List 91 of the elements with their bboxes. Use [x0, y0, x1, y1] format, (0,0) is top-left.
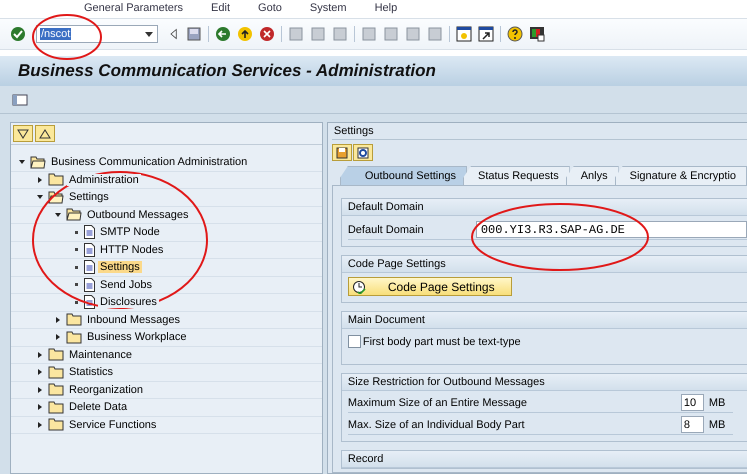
expand-all-icon[interactable]: [13, 125, 33, 142]
collapse-all-icon[interactable]: [35, 125, 55, 142]
tree-item[interactable]: Settings: [98, 261, 142, 274]
folder-icon: [48, 366, 64, 379]
bullet-icon: [74, 300, 78, 304]
collapsed-arrow-icon[interactable]: [37, 176, 43, 183]
document-icon: [84, 260, 95, 274]
bullet-icon: [74, 266, 78, 269]
annotation-circle: [32, 14, 102, 60]
tab[interactable]: Anlys: [566, 166, 619, 185]
back-icon[interactable]: [215, 26, 231, 42]
exit-icon[interactable]: [237, 26, 253, 42]
tree-item[interactable]: Service Functions: [67, 418, 158, 431]
field-label: Maximum Size of an Entire Message: [348, 396, 528, 408]
command-field[interactable]: /nscot: [36, 25, 158, 43]
screen-title: Business Communication Services - Administration: [0, 56, 747, 86]
dropdown-arrow-icon[interactable]: [145, 32, 153, 36]
bullet-icon: [74, 248, 78, 252]
help-icon[interactable]: [507, 26, 523, 42]
menu-item[interactable]: Help: [374, 2, 398, 14]
checkbox-label: First body part must be text-type: [362, 336, 521, 348]
bullet-icon: [74, 230, 78, 234]
tree-item[interactable]: Inbound Messages: [85, 314, 182, 326]
tree-item[interactable]: Administration: [67, 174, 141, 186]
tree-item[interactable]: Business Communication Administration: [49, 156, 250, 168]
tree-item[interactable]: Statistics: [67, 366, 116, 378]
expanded-arrow-icon[interactable]: [55, 212, 61, 218]
tree-item[interactable]: Reorganization: [67, 384, 145, 396]
clock-icon: [352, 280, 366, 294]
section-header: Main Document: [342, 312, 747, 329]
shortcut-icon[interactable]: [478, 26, 494, 42]
field-label: Default Domain: [348, 224, 425, 236]
folder-icon: [48, 348, 64, 362]
folder-icon: [48, 400, 64, 414]
document-icon: [84, 278, 95, 292]
folder-icon: [48, 173, 64, 186]
section-header: Size Restriction for Outbound Messages: [342, 374, 747, 391]
collapsed-arrow-icon[interactable]: [55, 334, 61, 340]
menu-item[interactable]: Edit: [211, 2, 230, 14]
folder-icon: [66, 330, 82, 344]
checkbox[interactable]: [348, 335, 361, 348]
folder-icon: [66, 313, 82, 326]
collapsed-arrow-icon[interactable]: [37, 422, 43, 428]
domain-input-field[interactable]: 000.YI3.R3.SAP-AG.DE: [476, 221, 747, 238]
field-label: Max. Size of an Individual Body Part: [348, 418, 526, 430]
folder-icon: [48, 418, 64, 432]
tree-item[interactable]: Delete Data: [67, 401, 130, 414]
tab[interactable]: Signature & Encryptio: [614, 166, 747, 185]
tree-item[interactable]: Maintenance: [67, 348, 134, 361]
tree-item[interactable]: HTTP Nodes: [98, 244, 166, 256]
collapsed-arrow-icon[interactable]: [55, 316, 61, 323]
expanded-arrow-icon[interactable]: [37, 194, 43, 200]
tab[interactable]: Status Requests: [462, 166, 570, 185]
menu-item[interactable]: General Parameters: [84, 2, 184, 14]
size-input-field[interactable]: 8: [680, 416, 704, 433]
size-input-field[interactable]: 10: [680, 394, 704, 411]
layout-icon[interactable]: [529, 26, 545, 42]
bullet-icon: [74, 283, 78, 286]
tree-item[interactable]: Disclosures: [98, 296, 159, 308]
document-icon: [84, 225, 95, 240]
expanded-arrow-icon[interactable]: [19, 159, 25, 166]
menu-item[interactable]: Goto: [258, 2, 282, 14]
tree-item[interactable]: Send Jobs: [98, 278, 154, 291]
section-header: Code Page Settings: [342, 256, 747, 273]
tab[interactable]: Outbound Settings: [340, 166, 467, 185]
collapsed-arrow-icon[interactable]: [37, 404, 43, 410]
code-page-settings-button[interactable]: Code Page Settings: [348, 277, 512, 296]
cancel-icon[interactable]: [259, 26, 275, 42]
tree-toggle-icon[interactable]: [12, 92, 28, 108]
menu-item[interactable]: System: [310, 2, 347, 14]
tree-item[interactable]: Business Workplace: [85, 331, 188, 344]
collapsed-arrow-icon[interactable]: [37, 352, 43, 358]
open-folder-icon: [30, 156, 46, 169]
new-window-icon[interactable]: [456, 26, 472, 42]
tree-item[interactable]: SMTP Node: [98, 226, 162, 238]
folder-icon: [48, 383, 64, 396]
tree-item[interactable]: Outbound Messages: [85, 208, 191, 221]
save-icon[interactable]: [186, 26, 202, 42]
open-folder-icon: [66, 208, 82, 222]
unit-label: MB: [708, 396, 726, 408]
refresh-icon[interactable]: [352, 144, 373, 161]
save-icon[interactable]: [332, 144, 352, 161]
panel-title: Settings: [332, 123, 747, 140]
collapsed-arrow-icon[interactable]: [37, 386, 43, 393]
tree-item[interactable]: Settings: [67, 191, 111, 204]
check-icon[interactable]: [10, 26, 26, 42]
section-header: Record: [342, 451, 747, 468]
collapsed-arrow-icon[interactable]: [37, 369, 43, 376]
section-header: Default Domain: [342, 199, 747, 216]
unit-label: MB: [708, 418, 726, 430]
document-icon: [84, 242, 95, 257]
